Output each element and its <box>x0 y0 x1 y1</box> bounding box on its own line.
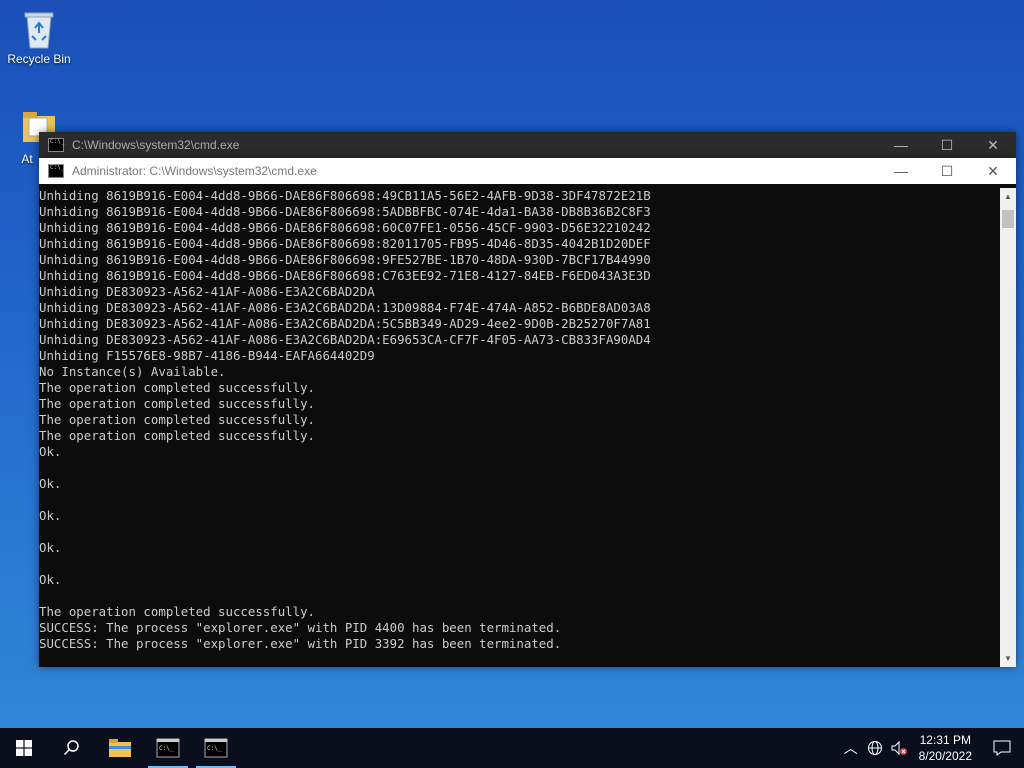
maximize-button[interactable]: ☐ <box>924 132 970 158</box>
console-line: Unhiding 8619B916-E004-4dd8-9B66-DAE86F8… <box>39 236 651 251</box>
back-cmd-window[interactable]: C:\Windows\system32\cmd.exe — ☐ ✕ <box>39 132 1016 158</box>
console-line: Ok. <box>39 476 62 491</box>
scrollbar-thumb[interactable] <box>1002 210 1014 228</box>
console-line: SUCCESS: The process "explorer.exe" with… <box>39 620 562 635</box>
console-output[interactable]: Unhiding 8619B916-E004-4dd8-9B66-DAE86F8… <box>39 188 1000 667</box>
file-explorer-taskbar-button[interactable] <box>96 728 144 768</box>
recycle-bin-icon <box>19 8 59 49</box>
cmd-icon <box>48 164 64 178</box>
clock[interactable]: 12:31 PM 8/20/2022 <box>911 732 980 764</box>
cmd-icon: C:\_ <box>156 738 180 758</box>
folder-label: At <box>21 152 33 166</box>
close-button[interactable]: ✕ <box>970 158 1016 184</box>
console-line: The operation completed successfully. <box>39 428 316 443</box>
back-window-title: C:\Windows\system32\cmd.exe <box>72 138 240 152</box>
console-line: The operation completed successfully. <box>39 396 316 411</box>
cmd-icon: C:\_ <box>204 738 228 758</box>
clock-time: 12:31 PM <box>919 733 971 747</box>
svg-text:C:\_: C:\_ <box>159 745 174 752</box>
console-line: Ok. <box>39 572 62 587</box>
recycle-bin-label: Recycle Bin <box>7 52 71 66</box>
window-title: Administrator: C:\Windows\system32\cmd.e… <box>72 164 317 178</box>
svg-text:C:\_: C:\_ <box>207 745 222 752</box>
console-line: The operation completed successfully. <box>39 412 316 427</box>
console-line: Unhiding DE830923-A562-41AF-A086-E3A2C6B… <box>39 332 651 347</box>
console-line: Ok. <box>39 508 62 523</box>
cmd-taskbar-button-2[interactable]: C:\_ <box>192 728 240 768</box>
search-icon <box>63 740 79 756</box>
close-button[interactable]: ✕ <box>970 132 1016 158</box>
start-button[interactable] <box>0 728 48 768</box>
minimize-button[interactable]: — <box>878 158 924 184</box>
windows-logo-icon <box>16 740 32 756</box>
console-line: Ok. <box>39 540 62 555</box>
console-line: Unhiding 8619B916-E004-4dd8-9B66-DAE86F8… <box>39 252 651 267</box>
admin-cmd-window[interactable]: Administrator: C:\Windows\system32\cmd.e… <box>39 158 1016 667</box>
clock-date: 8/20/2022 <box>918 749 972 763</box>
action-center-notification-icon[interactable] <box>980 728 1024 768</box>
system-tray: ︿ 12:31 PM 8/20/2022 <box>839 728 1024 768</box>
maximize-button[interactable]: ☐ <box>924 158 970 184</box>
console-line: The operation completed successfully. <box>39 604 316 619</box>
console-line: SUCCESS: The process "explorer.exe" with… <box>39 636 562 651</box>
volume-muted-icon[interactable] <box>887 728 911 768</box>
console-line: Unhiding 8619B916-E004-4dd8-9B66-DAE86F8… <box>39 188 651 203</box>
console-line: No Instance(s) Available. <box>39 364 226 379</box>
cmd-icon <box>48 138 64 152</box>
folder-icon <box>109 739 131 757</box>
recycle-bin-desktop-icon[interactable]: Recycle Bin <box>1 8 77 66</box>
console-line: Unhiding 8619B916-E004-4dd8-9B66-DAE86F8… <box>39 268 651 283</box>
search-button[interactable] <box>48 728 96 768</box>
vertical-scrollbar[interactable]: ▲ ▼ <box>1000 188 1016 667</box>
console-line: Unhiding DE830923-A562-41AF-A086-E3A2C6B… <box>39 316 651 331</box>
window-titlebar[interactable]: Administrator: C:\Windows\system32\cmd.e… <box>39 158 1016 184</box>
show-hidden-icons-chevron-up-icon[interactable]: ︿ <box>839 728 863 768</box>
taskbar: C:\_ C:\_ ︿ 12:31 PM 8/20/2022 <box>0 728 1024 768</box>
console-line: Unhiding 8619B916-E004-4dd8-9B66-DAE86F8… <box>39 220 651 235</box>
cmd-taskbar-button-1[interactable]: C:\_ <box>144 728 192 768</box>
scroll-up-arrow-icon[interactable]: ▲ <box>1000 188 1016 205</box>
network-globe-icon[interactable] <box>863 728 887 768</box>
console-line: Unhiding DE830923-A562-41AF-A086-E3A2C6B… <box>39 284 375 299</box>
console-line: Unhiding F15576E8-98B7-4186-B944-EAFA664… <box>39 348 375 363</box>
scroll-down-arrow-icon[interactable]: ▼ <box>1000 650 1016 667</box>
console-line: The operation completed successfully. <box>39 380 316 395</box>
console-line: Unhiding DE830923-A562-41AF-A086-E3A2C6B… <box>39 300 651 315</box>
console-line: Ok. <box>39 444 62 459</box>
console-line: Unhiding 8619B916-E004-4dd8-9B66-DAE86F8… <box>39 204 651 219</box>
minimize-button[interactable]: — <box>878 132 924 158</box>
